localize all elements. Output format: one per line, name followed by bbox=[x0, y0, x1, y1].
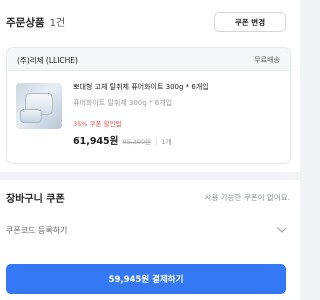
shop-header: (주)리체 (LLICHE) 무료배송 bbox=[7, 48, 290, 71]
order-count: 1건 bbox=[49, 18, 66, 29]
order-products-section: 주문상품 1건 쿠폰 변경 (주)리체 (LLICHE) 무료배송 뽀대형 고체… bbox=[0, 0, 300, 172]
shipping-label: 무료배송 bbox=[254, 56, 280, 64]
coupon-change-button[interactable]: 쿠폰 변경 bbox=[214, 12, 286, 32]
cart-coupon-title: 장바구니 쿠폰 bbox=[6, 194, 65, 205]
order-header: 주문상품 1건 bbox=[6, 14, 65, 30]
shop-name: (주)리체 (LLICHE) bbox=[17, 56, 78, 65]
shop-card: (주)리체 (LLICHE) 무료배송 뽀대형 고체 탈취제 퓨어화이트 300… bbox=[6, 47, 291, 164]
product-option: 퓨어화이트 탈취제 300g * 6개입 bbox=[73, 99, 173, 107]
price-row: 61,945원 95,300원 | 1개 bbox=[73, 133, 171, 147]
sale-price: 61,945원 bbox=[73, 136, 119, 147]
coupon-code-label: 쿠폰코드 등록하기 bbox=[6, 226, 68, 235]
coupon-code-register-row[interactable]: 쿠폰코드 등록하기 bbox=[6, 222, 288, 240]
cart-coupon-status: 사용 가능한 쿠폰이 없어요. bbox=[204, 193, 290, 202]
quantity: 1개 bbox=[161, 138, 172, 146]
coupon-applied-label: 35% 쿠폰 할인됨 bbox=[73, 120, 122, 128]
pay-button[interactable]: 59,945원 결제하기 bbox=[6, 264, 286, 294]
chevron-down-icon bbox=[277, 227, 287, 233]
order-title: 주문상품 bbox=[6, 17, 45, 29]
original-price: 95,300원 bbox=[122, 138, 152, 146]
product-thumbnail[interactable] bbox=[16, 83, 62, 129]
product-name[interactable]: 뽀대형 고체 탈취제 퓨어화이트 300g * 6개입 bbox=[73, 82, 209, 92]
price-separator: | bbox=[155, 138, 158, 146]
product-image-tub-small bbox=[20, 109, 42, 123]
